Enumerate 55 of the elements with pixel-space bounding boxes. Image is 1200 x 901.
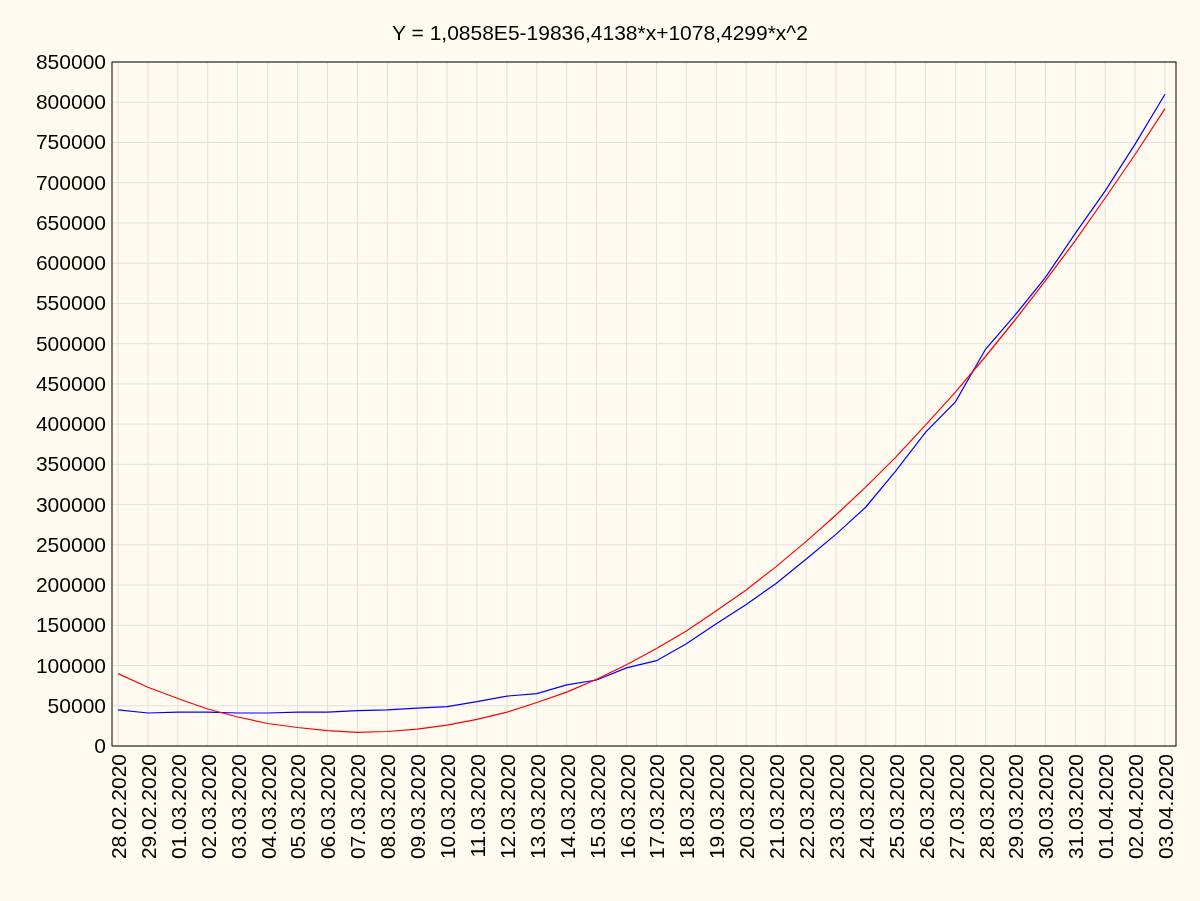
x-tick-label: 06.03.2020	[316, 754, 340, 860]
y-tick-label: 50000	[47, 693, 106, 717]
x-tick-label: 25.03.2020	[884, 754, 908, 860]
y-tick-label: 450000	[35, 371, 106, 395]
x-tick-label: 18.03.2020	[675, 754, 699, 860]
y-tick-label: 150000	[35, 613, 106, 637]
x-tick-label: 02.04.2020	[1124, 754, 1148, 860]
chart-title: Y = 1,0858E5-19836,4138*x+1078,4299*x^2	[392, 21, 808, 44]
x-tick-label: 29.02.2020	[136, 754, 160, 860]
y-tick-label: 250000	[35, 532, 106, 556]
x-tick-label: 31.03.2020	[1064, 754, 1088, 860]
y-tick-label: 850000	[35, 50, 106, 73]
x-tick-label: 03.03.2020	[226, 754, 250, 860]
y-tick-label: 200000	[35, 573, 106, 597]
y-tick-label: 100000	[35, 653, 106, 677]
y-tick-label: 500000	[35, 331, 106, 355]
y-tick-label: 700000	[35, 170, 106, 194]
x-tick-label: 29.03.2020	[1004, 754, 1028, 860]
x-tick-label: 11.03.2020	[465, 754, 489, 858]
x-tick-label: 04.03.2020	[256, 754, 280, 860]
x-tick-label: 21.03.2020	[765, 754, 789, 860]
y-tick-label: 650000	[35, 210, 106, 234]
x-tick-label: 28.02.2020	[107, 754, 130, 860]
x-tick-label: 23.03.2020	[824, 754, 848, 860]
x-tick-label: 22.03.2020	[795, 754, 819, 860]
y-tick-label: 350000	[35, 452, 106, 476]
x-tick-label: 19.03.2020	[705, 754, 729, 860]
x-tick-label: 05.03.2020	[286, 754, 310, 860]
x-tick-label: 26.03.2020	[914, 754, 938, 860]
x-tick-label: 27.03.2020	[944, 754, 968, 860]
x-tick-label: 03.04.2020	[1154, 754, 1177, 860]
x-tick-label: 10.03.2020	[436, 754, 460, 860]
x-tick-label: 09.03.2020	[406, 754, 430, 860]
y-tick-label: 550000	[35, 291, 106, 315]
x-tick-label: 02.03.2020	[196, 754, 220, 860]
x-tick-label: 15.03.2020	[585, 754, 609, 860]
y-tick-label: 0	[94, 734, 106, 757]
x-tick-label: 28.03.2020	[974, 754, 998, 860]
y-tick-label: 300000	[35, 492, 106, 516]
x-tick-label: 17.03.2020	[645, 754, 669, 860]
x-tick-label: 24.03.2020	[854, 754, 878, 860]
x-tick-label: 08.03.2020	[376, 754, 400, 860]
y-tick-label: 400000	[35, 412, 106, 436]
x-tick-label: 12.03.2020	[495, 754, 519, 860]
y-tick-label: 800000	[35, 90, 106, 114]
x-tick-label: 01.04.2020	[1094, 754, 1118, 860]
y-tick-label: 750000	[35, 130, 106, 154]
x-tick-label: 30.03.2020	[1034, 754, 1058, 860]
y-tick-label: 600000	[35, 251, 106, 275]
x-tick-label: 01.03.2020	[166, 754, 190, 860]
x-tick-label: 07.03.2020	[346, 754, 370, 860]
x-tick-label: 20.03.2020	[735, 754, 759, 860]
x-tick-label: 14.03.2020	[555, 754, 579, 860]
x-tick-label: 16.03.2020	[615, 754, 639, 860]
x-tick-label: 13.03.2020	[525, 754, 549, 860]
